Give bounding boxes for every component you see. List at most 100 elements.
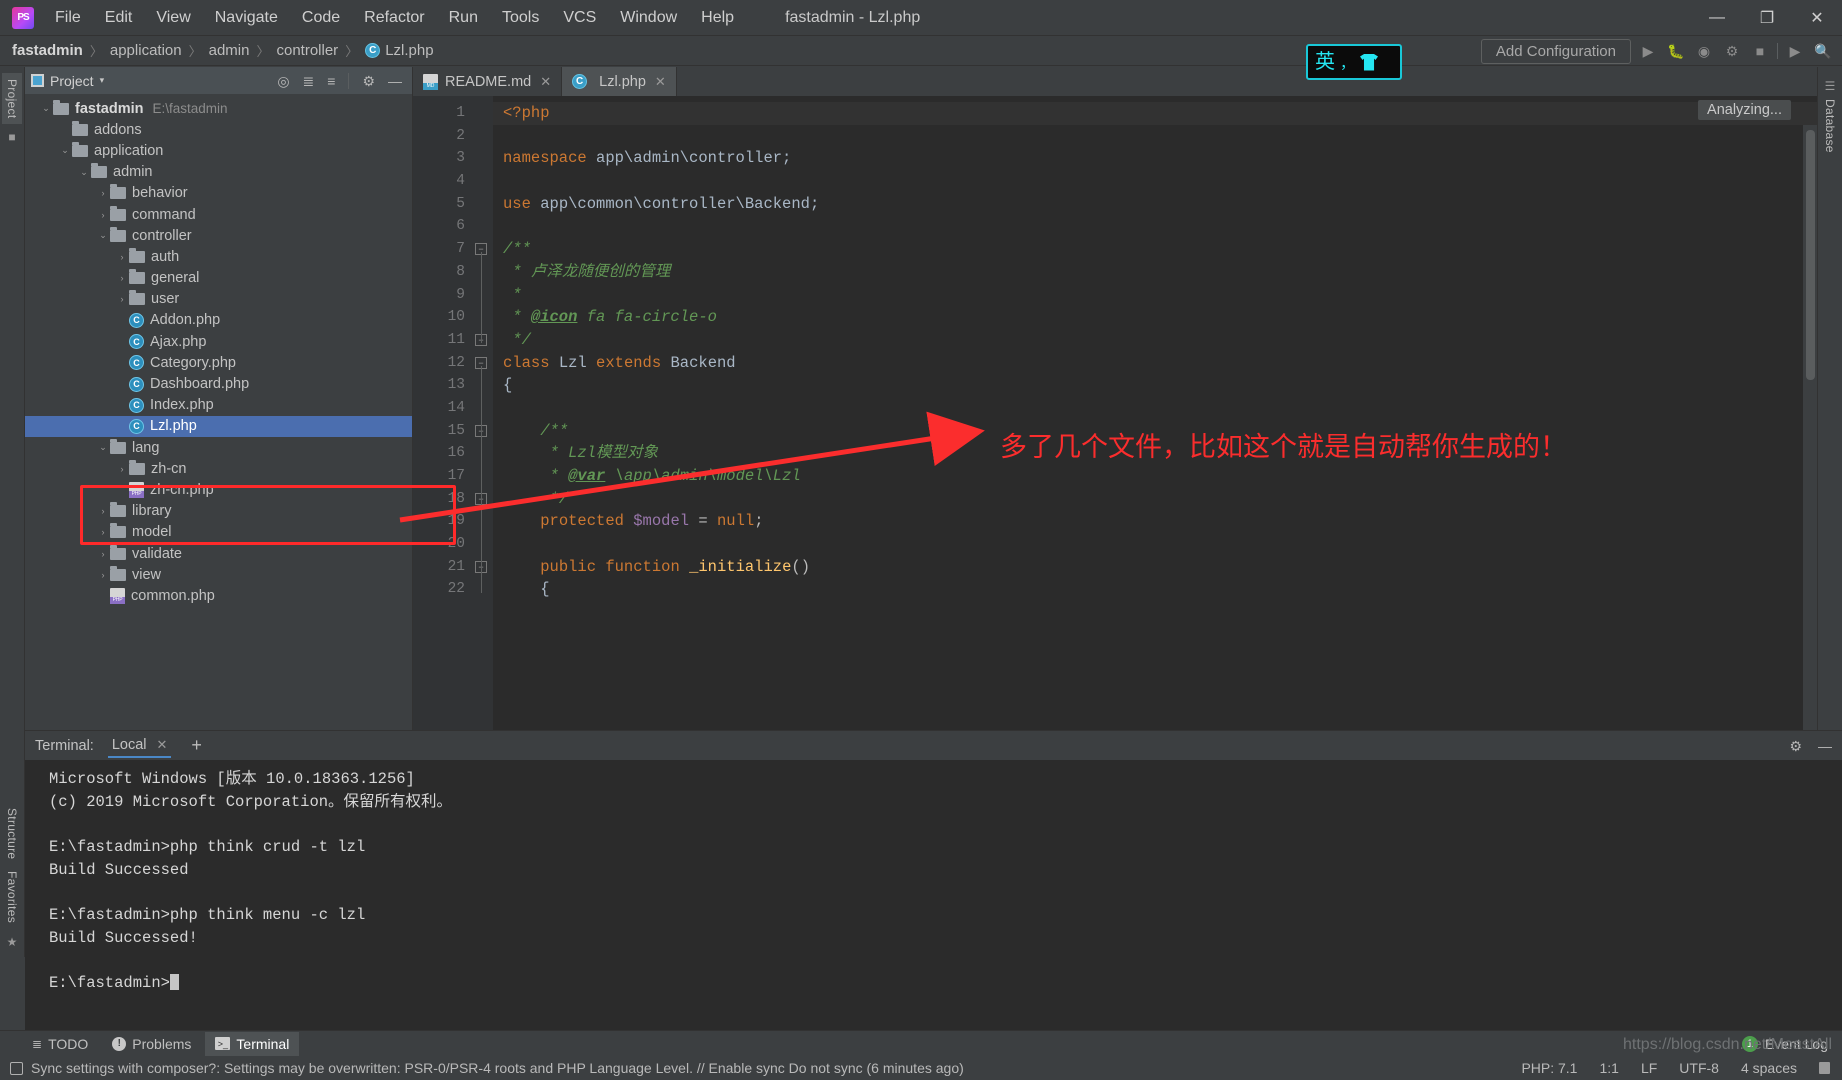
chevron-down-icon[interactable]: ⌄ xyxy=(77,167,91,178)
code-line[interactable]: * Lzl模型对象 xyxy=(493,442,1817,465)
tree-item-zh-cn-php[interactable]: › zh-cn.php xyxy=(25,479,412,500)
code-line[interactable]: /** xyxy=(493,238,1817,261)
tree-item-zh-cn[interactable]: › zh-cn xyxy=(25,458,412,479)
tab-terminal[interactable]: >_ Terminal xyxy=(205,1031,300,1056)
chevron-right-icon[interactable]: › xyxy=(96,591,110,601)
expand-all-icon[interactable]: ≣ xyxy=(303,74,315,88)
chevron-right-icon[interactable]: › xyxy=(115,464,129,474)
tree-item-addon-php[interactable]: ›C Addon.php xyxy=(25,310,412,331)
code-line[interactable]: * @var \app\admin\model\Lzl xyxy=(493,465,1817,488)
code-line[interactable]: * xyxy=(493,284,1817,307)
chevron-right-icon[interactable]: › xyxy=(96,549,110,559)
terminal-output[interactable]: Microsoft Windows [版本 10.0.18363.1256] (c… xyxy=(25,760,1842,1030)
tree-item-dashboard-php[interactable]: ›C Dashboard.php xyxy=(25,373,412,394)
add-configuration-button[interactable]: Add Configuration xyxy=(1480,38,1631,64)
chevron-right-icon[interactable]: › xyxy=(115,421,129,431)
notification-icon[interactable] xyxy=(10,1061,23,1075)
scrollbar-thumb[interactable] xyxy=(1806,130,1815,380)
coverage-icon[interactable]: ◉ xyxy=(1693,40,1715,62)
close-icon[interactable]: ✕ xyxy=(655,74,666,90)
status-message[interactable]: Sync settings with composer?: Settings m… xyxy=(31,1060,964,1076)
breadcrumb-item-file[interactable]: Lzl.php xyxy=(385,42,433,59)
gear-icon[interactable]: ⚙ xyxy=(1789,739,1802,753)
sidebar-item-favorites[interactable]: Favorites xyxy=(2,865,22,929)
locate-icon[interactable]: ◎ xyxy=(277,74,289,88)
menu-item-window[interactable]: Window xyxy=(609,5,688,31)
hide-icon[interactable]: — xyxy=(388,74,402,88)
tree-item-ajax-php[interactable]: ›C Ajax.php xyxy=(25,331,412,352)
database-icon[interactable]: ☰ xyxy=(1825,79,1836,93)
terminal-tab-local[interactable]: Local ✕ xyxy=(107,733,172,758)
tree-item-user[interactable]: › user xyxy=(25,289,412,310)
menu-item-navigate[interactable]: Navigate xyxy=(204,5,289,31)
menu-item-edit[interactable]: Edit xyxy=(94,5,144,31)
chevron-right-icon[interactable]: › xyxy=(115,358,129,368)
tab-problems[interactable]: ! Problems xyxy=(102,1032,201,1056)
tree-item-lang[interactable]: ⌄ lang xyxy=(25,437,412,458)
hide-icon[interactable]: — xyxy=(1818,739,1832,753)
stop-icon[interactable]: ■ xyxy=(1749,40,1771,62)
breadcrumb-item-controller[interactable]: controller xyxy=(276,42,338,59)
add-terminal-button[interactable]: + xyxy=(191,735,202,756)
encoding-indicator[interactable]: UTF-8 xyxy=(1679,1060,1719,1076)
run-icon[interactable]: ▶ xyxy=(1637,40,1659,62)
tree-item-addons[interactable]: › addons xyxy=(25,119,412,140)
tab-readme[interactable]: README.md ✕ xyxy=(413,67,563,96)
search-everywhere-icon[interactable]: 🔍 xyxy=(1812,40,1834,62)
menu-item-view[interactable]: View xyxy=(145,5,201,31)
run-toolbar[interactable]: Add Configuration ▶ 🐛 ◉ ⚙ ■ ▶ 🔍 xyxy=(1480,36,1834,66)
sidebar-item-database[interactable]: Database xyxy=(1820,93,1840,159)
indent-indicator[interactable]: 4 spaces xyxy=(1741,1060,1797,1076)
minimize-icon[interactable]: — xyxy=(1692,0,1742,36)
bookmarks-icon[interactable]: ■ xyxy=(8,130,15,144)
chevron-right-icon[interactable]: › xyxy=(96,570,110,580)
maximize-icon[interactable]: ❐ xyxy=(1742,0,1792,36)
chevron-down-icon[interactable]: ⌄ xyxy=(39,103,53,114)
chevron-right-icon[interactable]: › xyxy=(115,400,129,410)
chevron-right-icon[interactable]: › xyxy=(96,210,110,220)
tree-item-auth[interactable]: › auth xyxy=(25,246,412,267)
chevron-right-icon[interactable]: › xyxy=(115,337,129,347)
chevron-right-icon[interactable]: › xyxy=(115,485,129,495)
chevron-right-icon[interactable]: › xyxy=(115,379,129,389)
menu-item-run[interactable]: Run xyxy=(438,5,489,31)
chevron-right-icon[interactable]: › xyxy=(96,527,110,537)
tree-item-view[interactable]: › view xyxy=(25,564,412,585)
breadcrumb-item-admin[interactable]: admin xyxy=(209,42,250,59)
menu-item-vcs[interactable]: VCS xyxy=(552,5,607,31)
code-line[interactable]: * @icon fa fa-circle-o xyxy=(493,306,1817,329)
tool-window-bar[interactable]: ≣ TODO ! Problems >_ Terminal 1 Event Lo… xyxy=(0,1030,1842,1056)
gear-icon[interactable]: ⚙ xyxy=(362,74,375,88)
tree-item-category-php[interactable]: ›C Category.php xyxy=(25,352,412,373)
menu-item-file[interactable]: File xyxy=(44,5,92,31)
code-line[interactable] xyxy=(493,397,1817,420)
breadcrumb-item-application[interactable]: application xyxy=(110,42,182,59)
run-anything-icon[interactable]: ▶ xyxy=(1784,40,1806,62)
code-line[interactable]: /** xyxy=(493,420,1817,443)
code-line[interactable]: namespace app\admin\controller; xyxy=(493,147,1817,170)
editor-tab-bar[interactable]: README.md ✕ C Lzl.php ✕ xyxy=(413,67,1817,96)
profile-icon[interactable]: ⚙ xyxy=(1721,40,1743,62)
left-tool-strip[interactable]: Project ■ Structure Favorites ★ xyxy=(0,67,25,957)
tree-item-command[interactable]: › command xyxy=(25,204,412,225)
ime-indicator[interactable]: 英 ， xyxy=(1306,44,1402,80)
tab-lzl-php[interactable]: C Lzl.php ✕ xyxy=(562,67,677,96)
tree-item-lzl-php[interactable]: ›C Lzl.php xyxy=(25,415,412,437)
code-line[interactable]: * 卢泽龙随便创的管理 xyxy=(493,261,1817,284)
close-icon[interactable]: ✕ xyxy=(157,737,168,753)
chevron-down-icon[interactable]: ▾ xyxy=(100,75,105,86)
chevron-right-icon[interactable]: › xyxy=(58,125,72,135)
code-line[interactable]: { xyxy=(493,578,1817,601)
code-line[interactable]: class Lzl extends Backend xyxy=(493,352,1817,375)
sidebar-item-project[interactable]: Project xyxy=(2,73,22,125)
chevron-right-icon[interactable]: › xyxy=(96,506,110,516)
tree-item-model[interactable]: › model xyxy=(25,522,412,543)
code-line[interactable] xyxy=(493,125,1817,148)
code-line[interactable]: public function _initialize() xyxy=(493,556,1817,579)
code-line[interactable] xyxy=(493,215,1817,238)
menu-item-help[interactable]: Help xyxy=(690,5,745,31)
tree-item-admin[interactable]: ⌄ admin xyxy=(25,162,412,183)
caret-position[interactable]: 1:1 xyxy=(1599,1060,1618,1076)
tree-item-general[interactable]: › general xyxy=(25,268,412,289)
chevron-down-icon[interactable]: ⌄ xyxy=(96,230,110,241)
